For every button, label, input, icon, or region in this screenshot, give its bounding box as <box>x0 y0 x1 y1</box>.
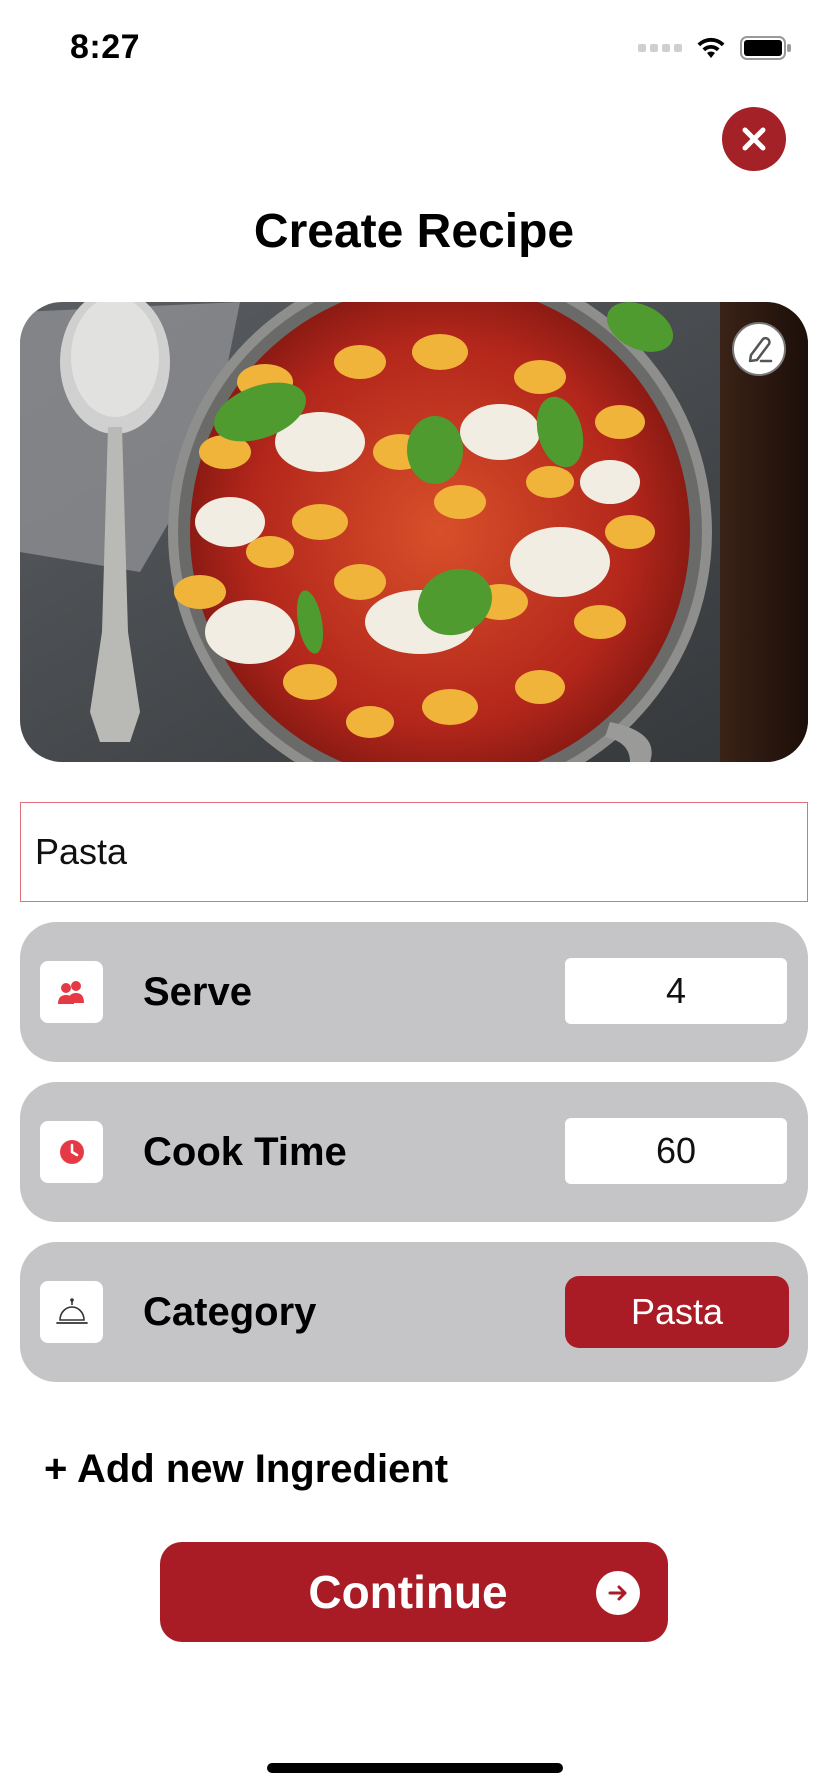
cook-time-input[interactable]: 60 <box>565 1118 787 1184</box>
home-indicator <box>267 1763 563 1773</box>
people-icon <box>57 981 84 1004</box>
category-select[interactable]: Pasta <box>565 1276 789 1348</box>
serve-icon-box <box>40 961 103 1023</box>
page-title: Create Recipe <box>253 205 575 258</box>
serve-label: Serve <box>143 970 252 1014</box>
category-label: Category <box>143 1290 317 1334</box>
close-button[interactable] <box>722 107 786 171</box>
close-icon <box>742 127 766 151</box>
cellular-signal-icon <box>638 44 682 52</box>
recipe-name-input[interactable] <box>20 802 808 902</box>
arrow-right-icon <box>596 1571 640 1615</box>
status-time: 8:27 <box>70 28 141 66</box>
serve-row: Serve 4 <box>20 922 808 1062</box>
add-ingredient-link[interactable]: + Add new Ingredient <box>44 1447 448 1492</box>
continue-label: Continue <box>308 1566 508 1618</box>
category-icon-box <box>40 1281 103 1343</box>
category-row: Category Pasta <box>20 1242 808 1382</box>
gnocchi-dish-image <box>20 302 808 762</box>
clock-icon <box>59 1140 84 1164</box>
cook-time-row: Cook Time 60 <box>20 1082 808 1222</box>
cloche-icon <box>55 1298 88 1324</box>
recipe-photo <box>20 302 808 762</box>
continue-button[interactable]: Continue <box>160 1542 668 1642</box>
cook-time-icon-box <box>40 1121 103 1183</box>
wifi-icon <box>697 37 725 58</box>
edit-image-button[interactable] <box>732 322 786 376</box>
status-icons <box>638 36 792 60</box>
serve-input[interactable]: 4 <box>565 958 787 1024</box>
cook-time-label: Cook Time <box>143 1130 347 1174</box>
battery-icon <box>740 36 791 60</box>
pencil-icon <box>748 336 773 363</box>
